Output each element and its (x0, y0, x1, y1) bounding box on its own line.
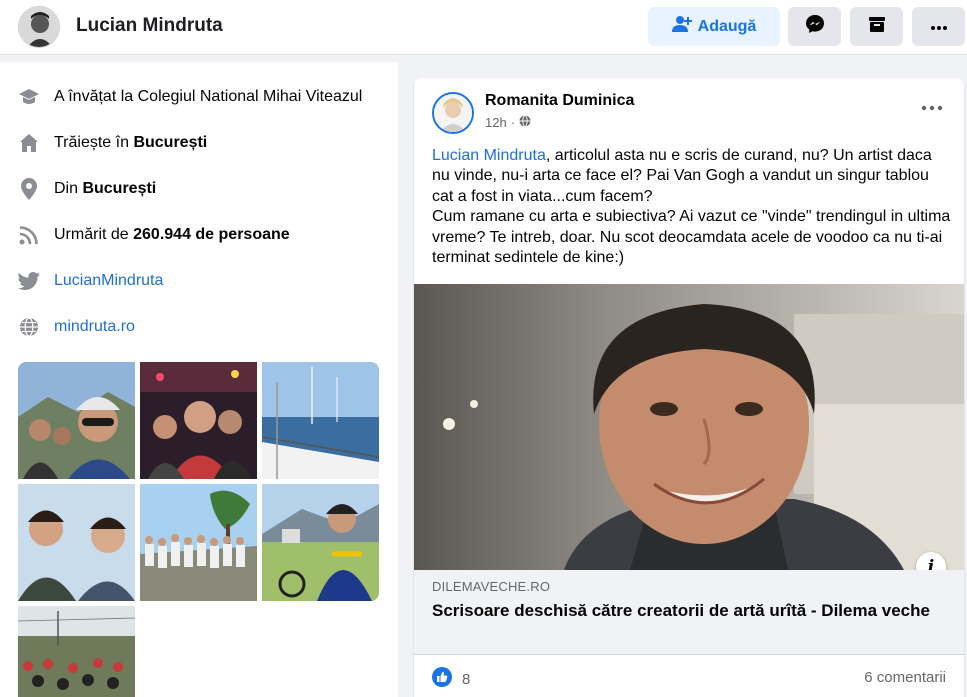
photo-thumbnail[interactable] (140, 484, 257, 601)
likes-count: 8 (462, 670, 471, 688)
intro-followers: Urmărit de 260.944 de persoane (17, 222, 290, 248)
messenger-icon (805, 14, 825, 39)
photo-thumbnail[interactable] (262, 362, 379, 479)
graduation-cap-icon (17, 85, 41, 109)
add-friend-label: Adaugă (697, 17, 757, 35)
more-icon (930, 18, 948, 36)
post-author-name[interactable]: Romanita Duminica (485, 92, 634, 110)
globe-icon (17, 315, 41, 339)
add-friend-button[interactable]: Adaugă (648, 7, 780, 46)
intro-from: Din București (17, 176, 156, 202)
rss-followers-icon (17, 223, 41, 247)
post-time[interactable]: 12h (485, 115, 507, 130)
globe-icon (519, 115, 531, 130)
intro-education: A învățat la Colegiul National Mihai Vit… (17, 84, 362, 110)
profile-avatar[interactable] (18, 6, 60, 48)
post-text-line2: Cum ramane cu arta e subiectiva? Ai vazu… (432, 208, 951, 267)
lives-prefix: Trăiește în (54, 134, 134, 151)
messenger-button[interactable] (788, 7, 841, 46)
intro-panel: A învățat la Colegiul National Mihai Vit… (0, 62, 398, 697)
intro-website: mindruta.ro (17, 314, 135, 340)
followers-count[interactable]: 260.944 de persoane (133, 226, 290, 244)
meta-separator: · (510, 115, 516, 130)
save-button[interactable] (850, 7, 903, 46)
twitter-icon (17, 269, 41, 293)
post-options-button[interactable] (920, 100, 944, 111)
website-link[interactable]: mindruta.ro (54, 318, 135, 336)
add-friend-icon (671, 15, 692, 38)
link-preview-image[interactable] (414, 284, 964, 570)
post-text: Lucian Mindruta, articolul asta nu e scr… (432, 146, 952, 268)
post-card: Romanita Duminica 12h · Lucian Mindruta,… (414, 78, 964, 697)
photo-thumbnail[interactable] (18, 362, 135, 479)
profile-header: Lucian Mindruta Adaugă (0, 0, 967, 55)
from-city[interactable]: București (82, 180, 156, 198)
save-icon (868, 15, 886, 38)
twitter-link[interactable]: LucianMindruta (54, 272, 163, 290)
from-prefix: Din (54, 180, 83, 197)
photo-thumbnail[interactable] (18, 606, 135, 697)
location-pin-icon (17, 177, 41, 201)
post-meta: 12h · (485, 115, 531, 130)
photo-thumbnail[interactable] (262, 484, 379, 601)
link-title[interactable]: Scrisoare deschisă către creatorii de ar… (432, 600, 932, 622)
education-text: A învățat la Colegiul National Mihai Vit… (54, 88, 363, 105)
like-icon (432, 667, 452, 691)
more-options-button[interactable] (912, 7, 965, 46)
more-icon (920, 100, 944, 117)
home-icon (17, 131, 41, 155)
lives-city[interactable]: București (133, 134, 207, 152)
photo-thumbnail[interactable] (18, 484, 135, 601)
intro-lives: Trăiește în București (17, 130, 207, 156)
followed-prefix: Urmărit de (54, 226, 134, 243)
intro-twitter: LucianMindruta (17, 268, 163, 294)
comments-count[interactable]: 6 comentarii (864, 669, 946, 686)
link-domain: DILEMAVECHE.RO (432, 579, 551, 594)
link-preview[interactable]: DILEMAVECHE.RO Scrisoare deschisă către … (414, 570, 964, 655)
profile-name[interactable]: Lucian Mindruta (76, 15, 223, 37)
post-author-avatar[interactable] (432, 92, 474, 134)
reactions-summary[interactable]: 8 (432, 667, 470, 691)
post-mention[interactable]: Lucian Mindruta (432, 147, 546, 164)
photo-grid (18, 362, 379, 697)
photo-thumbnail[interactable] (140, 362, 257, 479)
